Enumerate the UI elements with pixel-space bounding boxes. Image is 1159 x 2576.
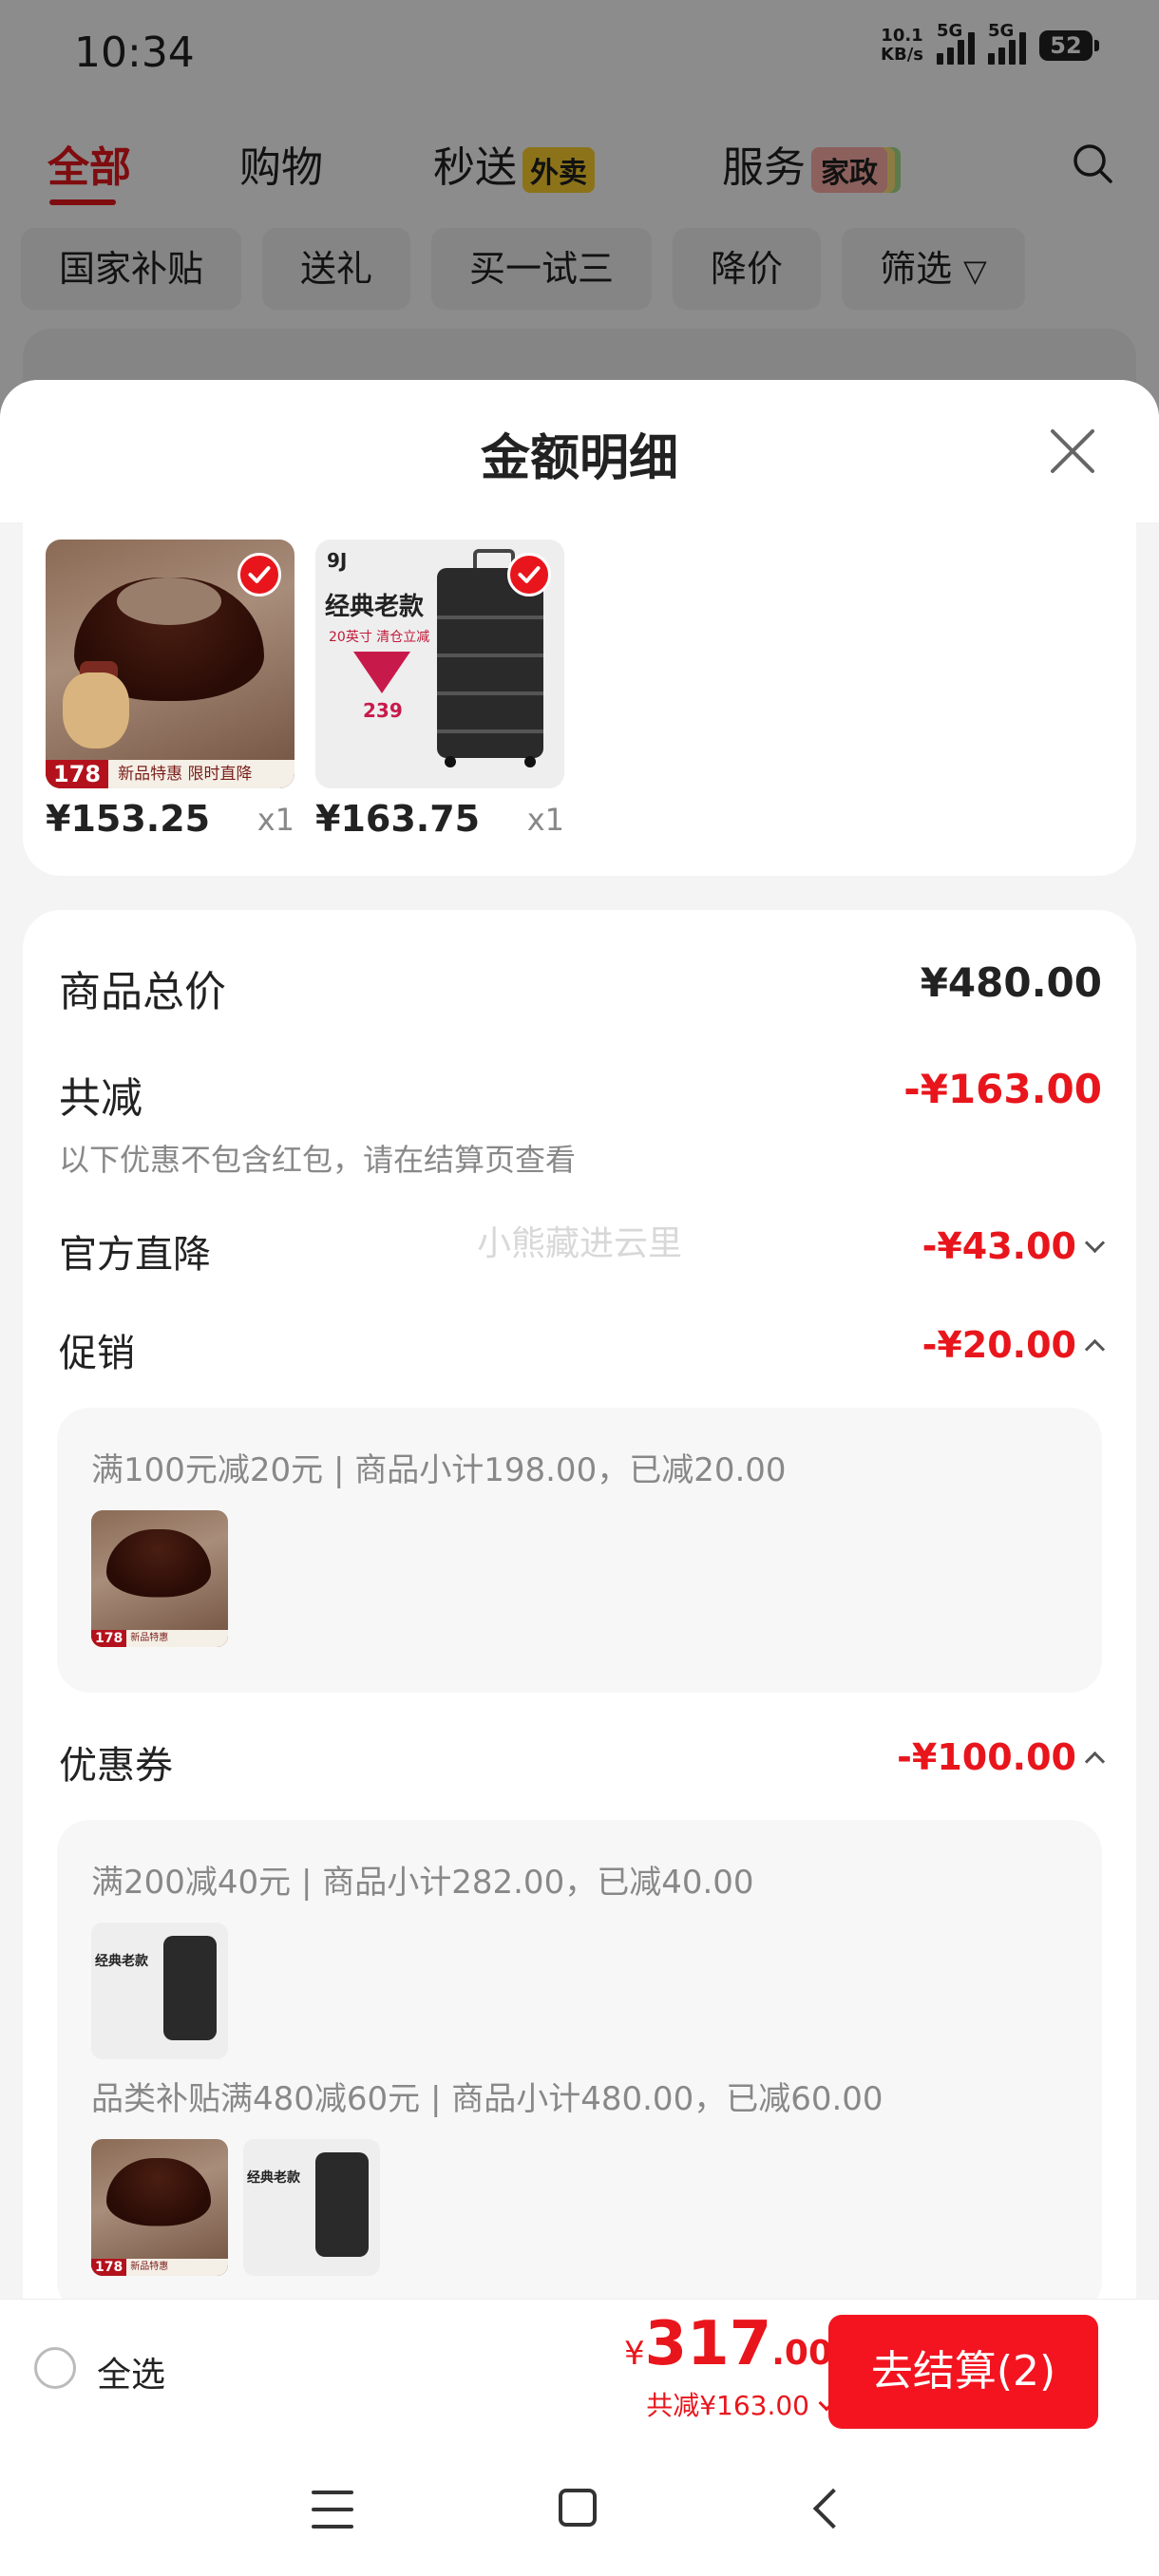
- reduce-label: 共减: [59, 1074, 142, 1123]
- suitcase-image: 9J 经典老款 20英寸 清仓立减 239: [315, 540, 564, 788]
- product-price: ¥163.75: [315, 798, 481, 840]
- coupon-detail-text: 品类补贴满480减60元 | 商品小计480.00，已减60.00: [91, 2080, 884, 2118]
- promotion-details: 满100元减20元 | 商品小计198.00，已减20.00 178 新品特惠: [57, 1408, 1102, 1693]
- home-icon[interactable]: [559, 2489, 597, 2527]
- product-qty: x1: [526, 802, 564, 838]
- suitcase-thumbnail: 经典老款: [91, 1923, 228, 2059]
- handbag-image: 178 新品特惠 限时直降: [46, 540, 294, 788]
- product-qty: x1: [256, 802, 294, 838]
- total-label: 商品总价: [59, 968, 226, 1016]
- check-icon[interactable]: [238, 553, 281, 597]
- chevron-up-icon: [1084, 1751, 1106, 1772]
- reduce-note: 以下优惠不包含红包，请在结算页查看: [59, 1142, 577, 1178]
- coupon-detail-text: 满200减40元 | 商品小计282.00，已减40.00: [91, 1864, 754, 1902]
- checkout-button[interactable]: 去结算(2): [828, 2315, 1098, 2429]
- product-handbag[interactable]: 178 新品特惠 限时直降 ¥153.25 x1: [46, 540, 294, 840]
- suitcase-thumbnail: 经典老款: [243, 2139, 380, 2276]
- back-icon[interactable]: [812, 2488, 854, 2529]
- promotion-value: -¥20.00: [922, 1324, 1076, 1366]
- total-value: ¥480.00: [920, 959, 1102, 1006]
- chevron-up-icon: [1084, 1338, 1106, 1360]
- chevron-down-icon: [1084, 1232, 1106, 1254]
- official-discount-value: -¥43.00: [922, 1225, 1076, 1267]
- reduce-summary[interactable]: 共减¥163.00: [646, 2385, 835, 2423]
- amount-detail-sheet: 金额明细 178 新品特惠 限时直降 ¥153.25 x1 9J 经典老款 20英…: [0, 380, 1159, 2576]
- coupon-details: 满200减40元 | 商品小计282.00，已减40.00 经典老款 品类补贴满…: [57, 1820, 1102, 2314]
- checkout-bar: 全选 ¥317.00 共减¥163.00 去结算(2): [0, 2299, 1159, 2442]
- promotion-detail-text: 满100元减20元 | 商品小计198.00，已减20.00: [91, 1451, 787, 1489]
- sheet-header: 金额明细: [0, 380, 1159, 522]
- check-icon[interactable]: [507, 553, 551, 597]
- total-price: ¥317.00: [623, 2309, 832, 2379]
- handbag-thumbnail: 178 新品特惠: [91, 2139, 228, 2276]
- product-suitcase[interactable]: 9J 经典老款 20英寸 清仓立减 239 ¥163.75 x1: [315, 540, 564, 840]
- system-nav-bar: [0, 2441, 1159, 2576]
- select-all-label[interactable]: 全选: [97, 2347, 165, 2396]
- selected-products: 178 新品特惠 限时直降 ¥153.25 x1 9J 经典老款 20英寸 清仓立…: [23, 522, 1136, 876]
- product-price: ¥153.25: [46, 798, 211, 840]
- sheet-title: 金额明细: [480, 430, 678, 487]
- close-icon[interactable]: [1047, 426, 1098, 477]
- handbag-thumbnail: 178 新品特惠: [91, 1510, 228, 1647]
- select-all-radio[interactable]: [34, 2347, 76, 2389]
- reduce-value: -¥163.00: [903, 1066, 1102, 1112]
- menu-icon[interactable]: [312, 2491, 353, 2529]
- coupon-value: -¥100.00: [897, 1736, 1076, 1778]
